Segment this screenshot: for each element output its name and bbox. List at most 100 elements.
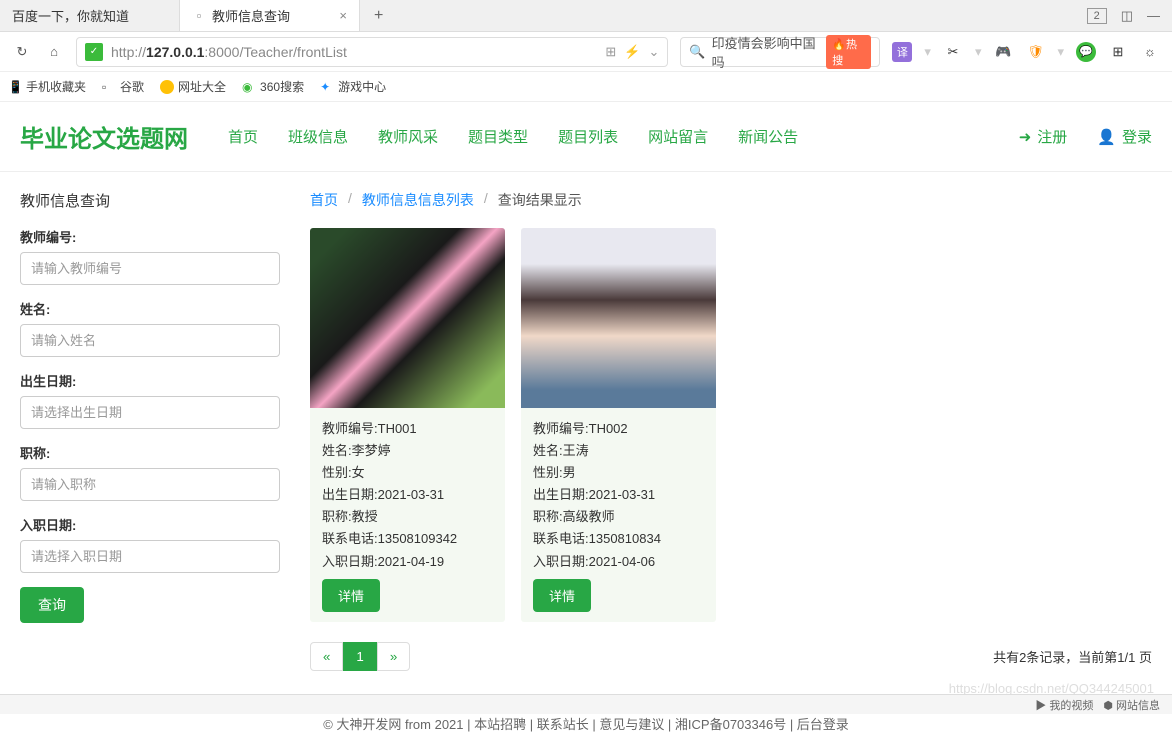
nav-message[interactable]: 网站留言 bbox=[648, 126, 708, 147]
teacher-phone-value: 1350810834 bbox=[589, 531, 661, 546]
bookmark-item[interactable]: ✦游戏中心 bbox=[320, 78, 386, 95]
360-icon: ◉ bbox=[242, 80, 256, 94]
browser-tab[interactable]: 百度一下，你就知道 bbox=[0, 0, 180, 31]
home-icon[interactable]: ⌂ bbox=[44, 42, 64, 62]
name-label: 姓名: bbox=[20, 299, 280, 318]
hot-badge: 🔥热搜 bbox=[826, 35, 871, 69]
search-hint: 印疫情会影响中国吗 bbox=[712, 33, 821, 71]
shield-icon: ✓ bbox=[85, 43, 103, 61]
teacher-hire-value: 2021-04-19 bbox=[378, 554, 445, 569]
url-bar: ↻ ⌂ ✓ http://127.0.0.1:8000/Teacher/fron… bbox=[0, 32, 1172, 72]
detail-button[interactable]: 详情 bbox=[322, 579, 380, 612]
pagination-row: « 1 » 共有2条记录，当前第1/1 页 bbox=[310, 642, 1152, 671]
nav-right: ➜注册 👤登录 bbox=[1019, 126, 1152, 147]
settings-icon[interactable]: ☼ bbox=[1140, 42, 1160, 62]
url-input[interactable]: ✓ http://127.0.0.1:8000/Teacher/frontLis… bbox=[76, 37, 668, 67]
status-item[interactable]: ⬢ 网站信息 bbox=[1103, 697, 1160, 713]
birth-input[interactable] bbox=[20, 396, 280, 429]
page-current[interactable]: 1 bbox=[343, 642, 376, 671]
teacher-name-value: 李梦婷 bbox=[352, 443, 391, 458]
nav-class[interactable]: 班级信息 bbox=[288, 126, 348, 147]
teacher-card: 教师编号:TH002 姓名:王涛 性别:男 出生日期:2021-03-31 职称… bbox=[521, 228, 716, 622]
tab-title: 百度一下，你就知道 bbox=[12, 6, 129, 25]
separator: ▾ bbox=[975, 44, 982, 60]
tab-title: 教师信息查询 bbox=[212, 6, 290, 25]
teacher-card: 教师编号:TH001 姓名:李梦婷 性别:女 出生日期:2021-03-31 职… bbox=[310, 228, 505, 622]
login-link[interactable]: 👤登录 bbox=[1097, 126, 1152, 147]
user-icon: 👤 bbox=[1097, 128, 1116, 146]
search-box[interactable]: 🔍 印疫情会影响中国吗 🔥热搜 bbox=[680, 37, 880, 67]
nav-teacher[interactable]: 教师风采 bbox=[378, 126, 438, 147]
breadcrumb-list[interactable]: 教师信息信息列表 bbox=[362, 190, 474, 210]
close-icon[interactable]: × bbox=[339, 8, 347, 23]
pagination: « 1 » bbox=[310, 642, 410, 671]
nav-links: 首页 班级信息 教师风采 题目类型 题目列表 网站留言 新闻公告 bbox=[228, 126, 798, 147]
teacher-no-input[interactable] bbox=[20, 252, 280, 285]
status-item[interactable]: ▶ 我的视频 bbox=[1035, 697, 1093, 713]
bookmark-item[interactable]: ◉360搜索 bbox=[242, 78, 304, 95]
nav-topic-list[interactable]: 题目列表 bbox=[558, 126, 618, 147]
nav-news[interactable]: 新闻公告 bbox=[738, 126, 798, 147]
lightning-icon[interactable]: ⚡ bbox=[624, 44, 640, 60]
page-icon: ▫ bbox=[192, 9, 206, 23]
hire-input[interactable] bbox=[20, 540, 280, 573]
nav-home[interactable]: 首页 bbox=[228, 126, 258, 147]
breadcrumb-sep: / bbox=[484, 190, 488, 210]
card-body: 教师编号:TH001 姓名:李梦婷 性别:女 出生日期:2021-03-31 职… bbox=[310, 408, 505, 622]
teacher-gender-value: 男 bbox=[563, 465, 576, 480]
page-prev[interactable]: « bbox=[310, 642, 343, 671]
search-icon: 🔍 bbox=[689, 44, 705, 60]
hire-label: 入职日期: bbox=[20, 515, 280, 534]
site-logo[interactable]: 毕业论文选题网 bbox=[20, 119, 188, 154]
window-count-badge[interactable]: 2 bbox=[1087, 8, 1107, 24]
breadcrumb-sep: / bbox=[348, 190, 352, 210]
game-icon: ✦ bbox=[320, 80, 334, 94]
qr-icon[interactable]: ⊞ bbox=[605, 44, 616, 60]
teacher-gender-value: 女 bbox=[352, 465, 365, 480]
teacher-phone-value: 13508109342 bbox=[378, 531, 458, 546]
teacher-no-value: TH001 bbox=[378, 421, 417, 436]
search-sidebar: 教师信息查询 教师编号: 姓名: 出生日期: 职称: 入职日期: 查询 bbox=[20, 190, 280, 671]
teacher-hire-value: 2021-04-06 bbox=[589, 554, 656, 569]
game-icon[interactable]: 🎮 bbox=[993, 42, 1013, 62]
content-area: 首页 / 教师信息信息列表 / 查询结果显示 教师编号:TH001 姓名:李梦婷… bbox=[310, 190, 1152, 671]
teacher-no-value: TH002 bbox=[589, 421, 628, 436]
name-input[interactable] bbox=[20, 324, 280, 357]
chevron-down-icon[interactable]: ⌄ bbox=[649, 44, 660, 60]
reload-icon[interactable]: ↻ bbox=[12, 42, 32, 62]
site-nav: 毕业论文选题网 首页 班级信息 教师风采 题目类型 题目列表 网站留言 新闻公告… bbox=[0, 102, 1172, 172]
title-input[interactable] bbox=[20, 468, 280, 501]
signin-icon: ➜ bbox=[1019, 128, 1032, 146]
bookmark-item[interactable]: ▫谷歌 bbox=[102, 78, 144, 95]
browser-tab-active[interactable]: ▫ 教师信息查询 × bbox=[180, 0, 360, 31]
breadcrumb-current: 查询结果显示 bbox=[498, 190, 582, 210]
minimize-icon[interactable]: — bbox=[1147, 8, 1160, 23]
chat-icon[interactable]: 💬 bbox=[1076, 42, 1096, 62]
teacher-cards: 教师编号:TH001 姓名:李梦婷 性别:女 出生日期:2021-03-31 职… bbox=[310, 228, 1152, 622]
translate-icon[interactable]: 译 bbox=[892, 42, 912, 62]
teacher-photo[interactable] bbox=[521, 228, 716, 408]
new-tab-button[interactable]: + bbox=[360, 7, 397, 25]
breadcrumb-home[interactable]: 首页 bbox=[310, 190, 338, 210]
window-controls-icon[interactable]: ◫ bbox=[1121, 8, 1133, 24]
teacher-no-label: 教师编号: bbox=[20, 227, 280, 246]
security-icon[interactable]: 🛡 bbox=[1025, 42, 1045, 62]
detail-button[interactable]: 详情 bbox=[533, 579, 591, 612]
page-next[interactable]: » bbox=[377, 642, 410, 671]
bookmark-item[interactable]: 📱手机收藏夹 bbox=[8, 78, 86, 95]
query-button[interactable]: 查询 bbox=[20, 587, 84, 623]
status-bar: ▶ 我的视频 ⬢ 网站信息 bbox=[0, 694, 1172, 714]
browser-tab-bar: 百度一下，你就知道 ▫ 教师信息查询 × + 2 ◫ — bbox=[0, 0, 1172, 32]
url-text: http://127.0.0.1:8000/Teacher/frontList bbox=[111, 44, 597, 60]
page-icon: ▫ bbox=[102, 80, 116, 94]
register-link[interactable]: ➜注册 bbox=[1019, 126, 1068, 147]
nav-topic-type[interactable]: 题目类型 bbox=[468, 126, 528, 147]
scissors-icon[interactable]: ✂ bbox=[943, 42, 963, 62]
bookmark-item[interactable]: 网址大全 bbox=[160, 78, 226, 95]
teacher-title-value: 教授 bbox=[352, 509, 378, 524]
breadcrumb: 首页 / 教师信息信息列表 / 查询结果显示 bbox=[310, 190, 1152, 210]
url-tools: ⊞ ⚡ ⌄ bbox=[605, 44, 659, 60]
teacher-birth-value: 2021-03-31 bbox=[589, 487, 656, 502]
teacher-photo[interactable] bbox=[310, 228, 505, 408]
apps-icon[interactable]: ⊞ bbox=[1108, 42, 1128, 62]
